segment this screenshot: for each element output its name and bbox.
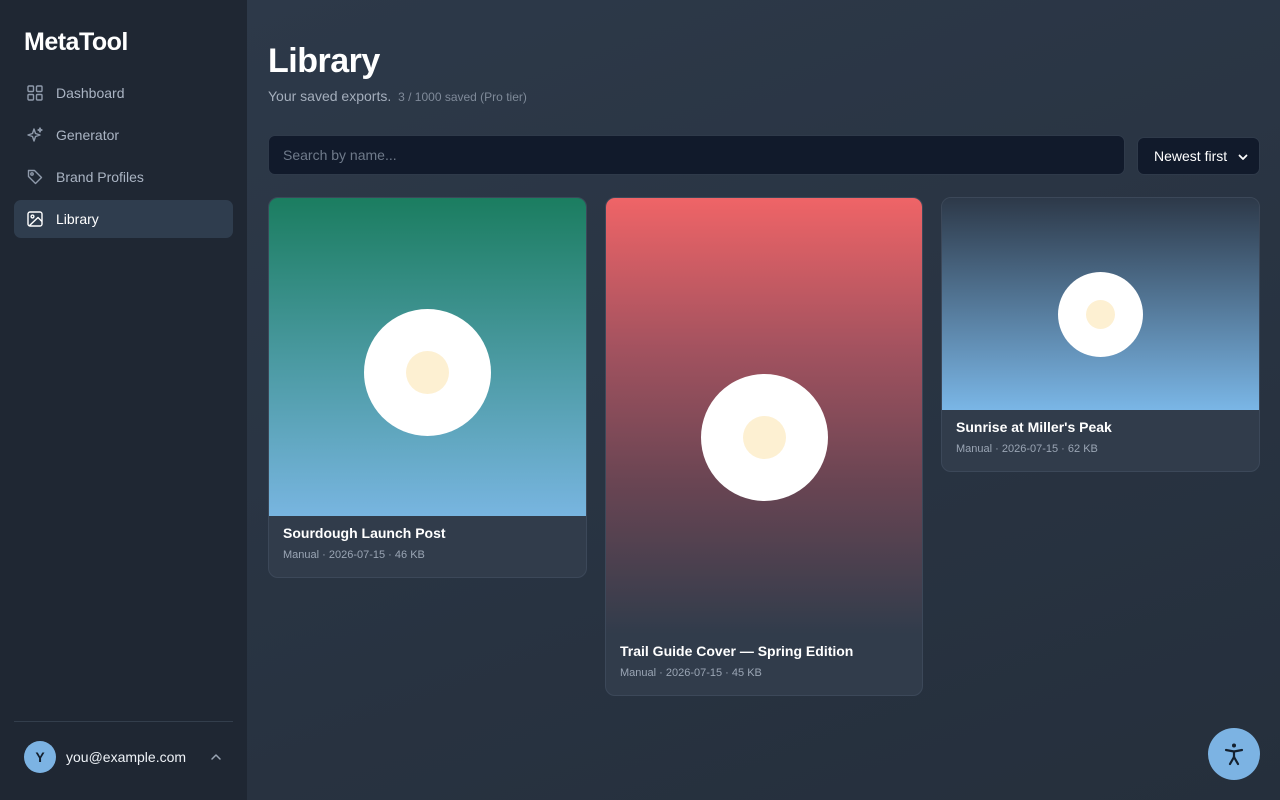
sidebar-item-label: Dashboard	[56, 85, 125, 101]
accessibility-icon	[1220, 740, 1248, 768]
subtitle-text: Your saved exports.	[268, 88, 392, 104]
sun-core	[406, 351, 449, 394]
sidebar-nav: Dashboard Generator Brand Profiles Libra…	[14, 74, 233, 242]
card-thumbnail	[269, 198, 586, 516]
avatar: Y	[24, 741, 56, 773]
chevron-down-icon	[1237, 151, 1249, 163]
library-card[interactable]: Sunrise at Miller's Peak Manual · 2026-0…	[941, 197, 1260, 472]
sidebar-item-library[interactable]: Library	[14, 200, 233, 238]
sidebar-item-label: Brand Profiles	[56, 169, 144, 185]
page-title: Library	[268, 42, 380, 80]
card-meta: Manual · 2026-07-15 · 62 KB	[956, 443, 1098, 455]
sidebar-footer: Y you@example.com	[14, 721, 233, 800]
sun-core	[1086, 300, 1115, 329]
card-meta: Manual · 2026-07-15 · 46 KB	[283, 549, 425, 561]
sparkle-icon	[26, 126, 44, 144]
library-card[interactable]: Trail Guide Cover — Spring Edition Manua…	[605, 197, 923, 696]
brand-logo[interactable]: MetaTool	[24, 28, 128, 57]
sidebar-item-label: Library	[56, 211, 99, 227]
search-input[interactable]	[268, 135, 1125, 175]
user-menu[interactable]: Y you@example.com	[24, 741, 229, 773]
card-title: Sourdough Launch Post	[283, 525, 446, 541]
page-subtitle: Your saved exports. 3 / 1000 saved (Pro …	[268, 88, 527, 104]
sidebar: MetaTool Dashboard Generator Brand Profi…	[0, 0, 247, 800]
sun-core	[743, 416, 786, 459]
card-title: Trail Guide Cover — Spring Edition	[620, 643, 854, 659]
main-content: Library Your saved exports. 3 / 1000 sav…	[247, 0, 1280, 800]
image-icon	[26, 210, 44, 228]
accessibility-button[interactable]	[1208, 728, 1260, 780]
sidebar-item-generator[interactable]: Generator	[14, 116, 233, 154]
card-title: Sunrise at Miller's Peak	[956, 419, 1112, 435]
sidebar-item-dashboard[interactable]: Dashboard	[14, 74, 233, 112]
sort-select[interactable]: Newest first	[1137, 137, 1260, 175]
sidebar-item-label: Generator	[56, 127, 120, 143]
sort-selected-value: Newest first	[1154, 148, 1228, 164]
user-email: you@example.com	[66, 749, 187, 765]
sidebar-item-brand-profiles[interactable]: Brand Profiles	[14, 158, 233, 196]
library-card[interactable]: Sourdough Launch Post Manual · 2026-07-1…	[268, 197, 587, 578]
saved-count: 3 / 1000 saved (Pro tier)	[398, 90, 527, 104]
card-meta: Manual · 2026-07-15 · 45 KB	[620, 667, 762, 679]
grid-icon	[26, 84, 44, 102]
card-thumbnail	[606, 198, 922, 634]
tag-icon	[26, 168, 44, 186]
card-thumbnail	[942, 198, 1259, 410]
chevron-up-icon[interactable]	[209, 750, 223, 764]
